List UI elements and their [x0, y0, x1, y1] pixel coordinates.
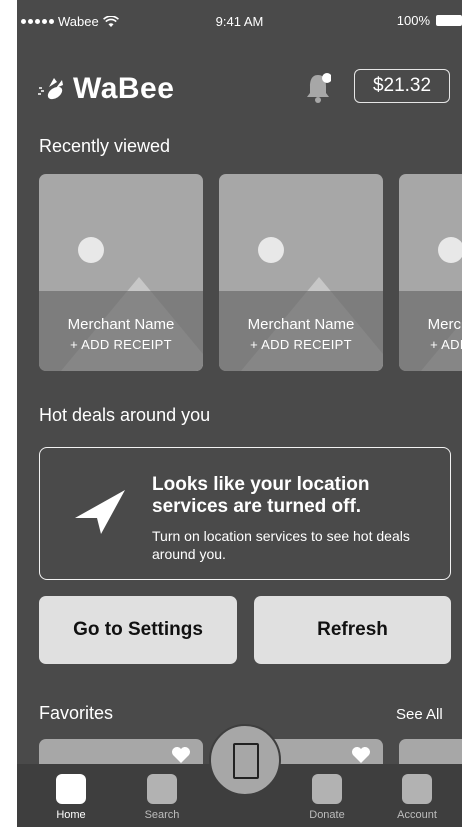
add-receipt-link[interactable]: + ADD RECEIPT: [39, 337, 203, 352]
scan-receipt-button[interactable]: [209, 724, 281, 796]
hot-deals-heading: Hot deals around you: [39, 405, 211, 425]
account-icon: [402, 774, 432, 804]
heart-icon[interactable]: [171, 746, 191, 764]
tab-donate[interactable]: Donate: [297, 774, 357, 821]
refresh-button[interactable]: Refresh: [254, 596, 451, 664]
add-receipt-link[interactable]: + ADD RECEIPT: [219, 337, 383, 352]
donate-icon: [312, 774, 342, 804]
merchant-name: Merchant Name: [247, 316, 355, 333]
balance-badge[interactable]: $21.32: [354, 69, 450, 103]
location-arrow-icon: [75, 490, 125, 534]
status-time: 9:41 AM: [215, 14, 264, 29]
home-icon: [56, 774, 86, 804]
app-logo: WaBee: [37, 72, 174, 106]
tab-label: Search: [144, 809, 180, 821]
app-name: WaBee: [73, 72, 175, 105]
bell-icon[interactable]: [305, 72, 331, 104]
tab-label: Donate: [309, 809, 345, 821]
tab-account[interactable]: Account: [387, 774, 447, 821]
search-icon: [147, 774, 177, 804]
merchant-name: Merchant Name: [67, 316, 175, 333]
tab-search[interactable]: Search: [132, 774, 192, 821]
battery-label: 100%: [396, 13, 430, 28]
go-to-settings-button[interactable]: Go to Settings: [39, 596, 237, 664]
recently-viewed-heading: Recently viewed: [39, 136, 171, 156]
see-all-link[interactable]: See All: [396, 706, 443, 723]
merchant-card[interactable]: Merchant Name + ADD RECEIPT: [219, 174, 383, 371]
merchant-card[interactable]: Merchant Name + ADD RECEIPT: [399, 174, 462, 371]
favorites-heading: Favorites: [39, 703, 114, 723]
tab-home[interactable]: Home: [41, 774, 101, 821]
heart-icon[interactable]: [351, 746, 371, 764]
merchant-name: Merchant Name: [427, 316, 462, 333]
battery-indicator: 100%: [397, 13, 462, 28]
receipt-scan-icon: [233, 743, 259, 779]
tab-label: Home: [56, 809, 86, 821]
bee-icon: [38, 78, 63, 100]
status-bar: Wabee 9:41 AM 100%: [17, 0, 462, 40]
location-off-notice: Looks like your location services are tu…: [39, 447, 451, 580]
tab-label: Account: [397, 809, 437, 821]
location-notice-title: Looks like your location services are tu…: [152, 474, 370, 517]
location-notice-body: Turn on location services to see hot dea…: [152, 528, 410, 562]
merchant-card[interactable]: Merchant Name + ADD RECEIPT: [39, 174, 203, 371]
recently-viewed-carousel[interactable]: Merchant Name + ADD RECEIPT Merchant Nam…: [39, 174, 462, 371]
battery-icon: [436, 15, 462, 26]
app-screen: Wabee 9:41 AM 100% WaBee $21.32 Recently: [17, 0, 462, 827]
add-receipt-link[interactable]: + ADD RECEIPT: [399, 337, 462, 352]
